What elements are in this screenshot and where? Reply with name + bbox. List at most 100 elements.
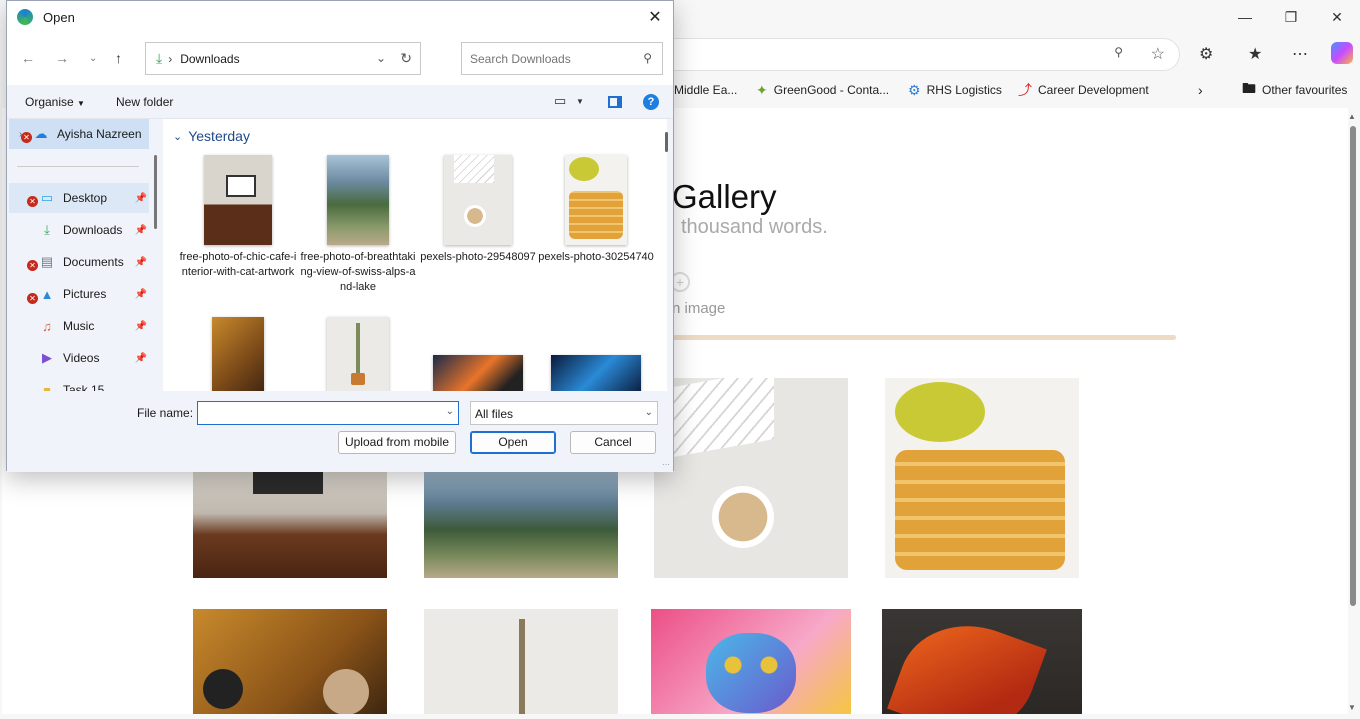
nav-item-videos[interactable]: ▶ Videos 📌 (9, 343, 149, 373)
path-breadcrumb[interactable]: ⤓ › Downloads ⌄ ↻ (145, 42, 421, 75)
download-icon: ⤓ (44, 222, 50, 237)
group-header-yesterday[interactable]: ⌄ Yesterday (173, 128, 250, 144)
dialog-title: Open (43, 9, 75, 25)
favorite-star-icon[interactable]: ☆ (1151, 44, 1165, 64)
breadcrumb-downloads[interactable]: Downloads (180, 52, 239, 66)
organise-menu[interactable]: Organise ▼ (25, 95, 85, 109)
cancel-button[interactable]: Cancel (570, 431, 656, 454)
favorites-icon[interactable]: ★ (1248, 44, 1262, 64)
nav-item-downloads[interactable]: ⤓ Downloads 📌 (9, 215, 149, 245)
new-folder-button[interactable]: New folder (116, 95, 173, 109)
gallery-photo-waffles[interactable] (885, 378, 1079, 578)
error-badge-icon: ✕ (27, 196, 38, 207)
pin-icon: 📌 (134, 256, 147, 268)
view-options-caret-icon[interactable]: ▼ (576, 97, 584, 106)
scroll-down-icon[interactable]: ▼ (1348, 703, 1356, 712)
bookmark-middle-east[interactable]: Middle Ea... (674, 83, 737, 97)
error-badge-icon: ✕ (27, 292, 38, 304)
close-window-button[interactable]: ✕ (1314, 0, 1360, 34)
nav-item-documents[interactable]: ▤ ✕ Documents 📌 (9, 247, 149, 277)
resize-grip-icon[interactable]: ⋯ (662, 460, 670, 469)
chevron-down-icon[interactable]: ⌄ (446, 406, 454, 417)
arrow-icon: ⤴ (1018, 82, 1032, 98)
chevron-right-icon[interactable]: › (168, 52, 172, 66)
gallery-photo-coffee[interactable] (654, 378, 848, 578)
gallery-photo-leaf[interactable] (882, 609, 1082, 714)
gallery-photo-plant[interactable] (424, 609, 618, 714)
nav-item-music[interactable]: ♫ Music 📌 (9, 311, 149, 341)
file-name: free-photo-of-breathtaking-view-of-swiss… (300, 251, 416, 293)
nav-item-desktop[interactable]: ▭ ✕ Desktop 📌 (9, 183, 149, 213)
nav-item-pictures[interactable]: ▲ ✕ Pictures 📌 (9, 279, 149, 309)
restore-button[interactable]: ❐ (1268, 0, 1314, 34)
file-item[interactable] (419, 355, 537, 391)
search-icon[interactable]: ⚲ (643, 51, 652, 65)
dialog-titlebar: Open ✕ (7, 1, 673, 33)
file-item[interactable]: free-photo-of-breathtaking-view-of-swiss… (299, 155, 417, 295)
page-title: Gallery (672, 178, 777, 215)
bookmark-other-favourites[interactable]: 🖿 Other favourites (1242, 78, 1347, 102)
bookmark-greengood[interactable]: ✦ GreenGood - Conta... (756, 82, 889, 99)
upload-label[interactable]: n image (672, 300, 725, 317)
view-mode-icon[interactable]: ▭ (554, 93, 566, 109)
zoom-icon[interactable]: ⚲ (1114, 45, 1123, 59)
bookmark-career-development[interactable]: ⤴ Career Development (1018, 80, 1149, 100)
dialog-footer: File name: ⌄ All files ⌄ Upload from mob… (7, 391, 673, 472)
file-type-select[interactable]: All files ⌄ (470, 401, 658, 425)
search-input[interactable] (470, 52, 630, 66)
download-icon: ⤓ (156, 50, 163, 66)
chevron-down-icon[interactable]: ⌄ (376, 51, 386, 65)
file-thumbnail (212, 317, 264, 391)
upload-progress-bar (672, 335, 1176, 340)
file-thumbnail (327, 317, 389, 391)
file-item[interactable]: pexels-photo-29548097 (419, 155, 537, 265)
extensions-icon[interactable]: ⚙ (1199, 44, 1213, 64)
nav-divider (17, 166, 139, 167)
open-file-dialog: Open ✕ ← → ⌄ ↑ ⤓ › Downloads ⌄ ↻ ⚲ Organ… (6, 0, 674, 472)
address-bar[interactable]: ⚲ ☆ (640, 38, 1180, 71)
file-name: pexels-photo-29548097 (420, 251, 536, 263)
page-subtitle: thousand words. (681, 216, 828, 238)
nav-pane-scrollbar[interactable] (154, 155, 157, 229)
recent-locations-chevron-icon[interactable]: ⌄ (89, 53, 97, 64)
desktop-icon: ▭ ✕ (27, 190, 55, 207)
up-arrow-icon[interactable]: ↑ (115, 50, 122, 66)
minimize-button[interactable]: — (1222, 0, 1268, 34)
chevron-down-icon[interactable]: ⌄ (645, 407, 653, 418)
search-box[interactable]: ⚲ (461, 42, 663, 75)
error-badge-icon: ✕ (27, 260, 38, 271)
pictures-icon: ▲ ✕ (27, 287, 55, 304)
file-name-input[interactable] (202, 403, 432, 423)
gallery-photo-cafe[interactable] (193, 470, 387, 578)
gear-icon: ⚙ (908, 81, 921, 98)
nav-item-onedrive[interactable]: › ☁✕ Ayisha Nazreen (9, 119, 149, 149)
scrollbar-thumb[interactable] (1350, 126, 1356, 606)
forward-arrow-icon[interactable]: → (55, 50, 69, 66)
gallery-photo-chameleon[interactable] (651, 609, 851, 714)
file-item[interactable]: free-photo-of-chic-cafe-interior-with-ca… (179, 155, 297, 280)
gallery-photo-alps[interactable] (424, 470, 618, 578)
file-thumbnail (433, 355, 523, 391)
close-icon[interactable]: ✕ (645, 7, 665, 27)
back-arrow-icon[interactable]: ← (21, 50, 35, 66)
file-item[interactable] (179, 317, 297, 391)
file-thumbnail (551, 355, 641, 391)
more-menu-icon[interactable]: ⋯ (1292, 44, 1308, 64)
preview-pane-icon[interactable] (608, 96, 622, 108)
file-item[interactable] (537, 355, 655, 391)
chevron-right-icon[interactable]: › (1198, 82, 1203, 98)
copilot-icon[interactable] (1331, 42, 1353, 64)
file-name-combobox[interactable]: ⌄ (197, 401, 459, 425)
file-list-scrollbar[interactable] (665, 132, 668, 152)
refresh-icon[interactable]: ↻ (400, 50, 412, 67)
scroll-up-icon[interactable]: ▲ (1348, 112, 1356, 121)
help-icon[interactable]: ? (643, 94, 659, 110)
gallery-photo-drinks[interactable] (193, 609, 387, 714)
upload-from-mobile-button[interactable]: Upload from mobile (338, 431, 456, 454)
file-item[interactable]: pexels-photo-30254740 (537, 155, 655, 265)
file-item[interactable] (299, 317, 417, 391)
bookmark-rhs-logistics[interactable]: ⚙ RHS Logistics (908, 82, 1002, 99)
page-scrollbar[interactable]: ▲ ▼ (1348, 110, 1358, 714)
nav-item-task-15[interactable]: ■ Task 15 (9, 375, 149, 392)
open-button[interactable]: Open (470, 431, 556, 454)
